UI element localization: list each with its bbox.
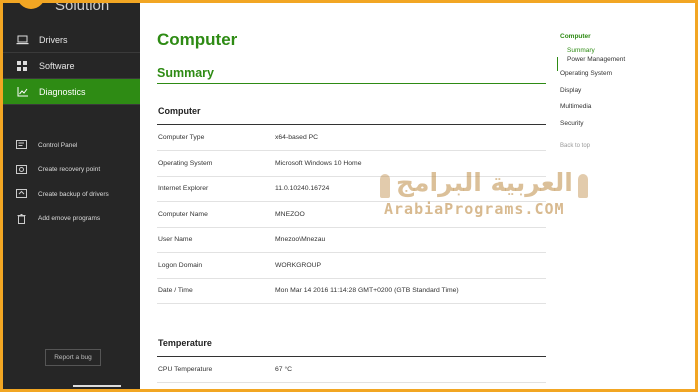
chart-icon bbox=[15, 86, 29, 98]
row-key: Internet Explorer bbox=[158, 185, 209, 192]
nav-label: Diagnostics bbox=[39, 86, 86, 97]
toc-item-operating-system[interactable]: Operating System bbox=[560, 70, 612, 77]
row-value: Mon Mar 14 2016 11:14:28 GMT+0200 (GTB S… bbox=[275, 287, 459, 294]
nav-item-software[interactable]: Software bbox=[3, 53, 140, 79]
row-key: Computer Type bbox=[158, 134, 205, 141]
row-value: Microsoft Windows 10 Home bbox=[275, 160, 362, 167]
lantern-icon bbox=[578, 174, 588, 198]
table-row: Date / Time Mon Mar 14 2016 11:14:28 GMT… bbox=[157, 278, 546, 304]
recovery-icon bbox=[15, 164, 27, 176]
group-title-computer: Computer bbox=[158, 106, 201, 116]
row-value: 11.0.10240.16724 bbox=[275, 185, 330, 192]
table-row: Internet Explorer 11.0.10240.16724 bbox=[157, 176, 546, 202]
table-row: Logon Domain WORKGROUP bbox=[157, 253, 546, 279]
toc-item-multimedia[interactable]: Multimedia bbox=[560, 103, 591, 110]
report-bug-button[interactable]: Report a bug bbox=[45, 349, 101, 366]
tool-create-backup[interactable]: Create backup of drivers bbox=[3, 182, 140, 207]
group-title-temperature: Temperature bbox=[158, 338, 212, 348]
backup-icon bbox=[15, 188, 27, 200]
tools-list: Control Panel Create recovery point Crea… bbox=[3, 133, 140, 231]
app-logo bbox=[17, 3, 45, 9]
toc-active-indicator bbox=[557, 57, 558, 71]
main-nav: Drivers Software Diagnostics bbox=[3, 27, 140, 105]
control-panel-icon bbox=[15, 139, 27, 151]
nav-label: Software bbox=[39, 60, 75, 71]
sidebar: Solution Drivers Software Diagnostics Co… bbox=[3, 3, 140, 389]
tool-label: Create recovery point bbox=[38, 166, 101, 174]
toc-item-display[interactable]: Display bbox=[560, 87, 581, 94]
toc-item-summary[interactable]: Summary bbox=[567, 47, 595, 54]
tool-label: Add emove programs bbox=[38, 215, 101, 223]
row-key: User Name bbox=[158, 236, 193, 243]
tool-add-remove-programs[interactable]: Add emove programs bbox=[3, 207, 140, 232]
tool-label: Control Panel bbox=[38, 141, 78, 149]
table-row: User Name Mnezoo\Mnezau bbox=[157, 227, 546, 253]
app-window: Solution Drivers Software Diagnostics Co… bbox=[3, 3, 695, 389]
row-value: 67 °C bbox=[275, 366, 293, 373]
row-key: Logon Domain bbox=[158, 262, 203, 269]
tool-control-panel[interactable]: Control Panel bbox=[3, 133, 140, 158]
row-value: MNEZOO bbox=[275, 211, 305, 218]
nav-item-drivers[interactable]: Drivers bbox=[3, 27, 140, 53]
laptop-icon bbox=[15, 34, 29, 46]
row-key: Date / Time bbox=[158, 287, 193, 294]
row-key: Operating System bbox=[158, 160, 213, 167]
row-value: x64-based PC bbox=[275, 134, 319, 141]
row-key: CPU Temperature bbox=[158, 366, 213, 373]
row-value: WORKGROUP bbox=[275, 262, 322, 269]
table-row: Operating System Microsoft Windows 10 Ho… bbox=[157, 151, 546, 177]
grid-icon bbox=[15, 60, 29, 72]
app-title: Solution bbox=[55, 3, 110, 14]
nav-label: Drivers bbox=[39, 34, 68, 45]
table-row: Computer Name MNEZOO bbox=[157, 202, 546, 228]
table-row: Computer Type x64-based PC bbox=[157, 125, 546, 151]
tool-create-recovery-point[interactable]: Create recovery point bbox=[3, 158, 140, 183]
back-to-top-link[interactable]: Back to top bbox=[560, 143, 590, 149]
row-value: Mnezoo\Mnezau bbox=[275, 236, 326, 243]
page-title: Computer bbox=[157, 30, 238, 49]
section-title: Summary bbox=[157, 66, 214, 80]
nav-item-diagnostics[interactable]: Diagnostics bbox=[3, 79, 140, 105]
trash-icon bbox=[15, 213, 27, 225]
table-row: CPU Temperature 67 °C bbox=[157, 357, 546, 383]
toc-item-power-management[interactable]: Power Management bbox=[567, 56, 625, 63]
section-divider bbox=[157, 83, 546, 84]
row-key: Computer Name bbox=[158, 211, 208, 218]
tool-label: Create backup of drivers bbox=[38, 190, 109, 198]
sidebar-scroll-indicator bbox=[73, 385, 121, 387]
toc-item-computer[interactable]: Computer bbox=[560, 33, 591, 40]
toc-item-security[interactable]: Security bbox=[560, 120, 583, 127]
